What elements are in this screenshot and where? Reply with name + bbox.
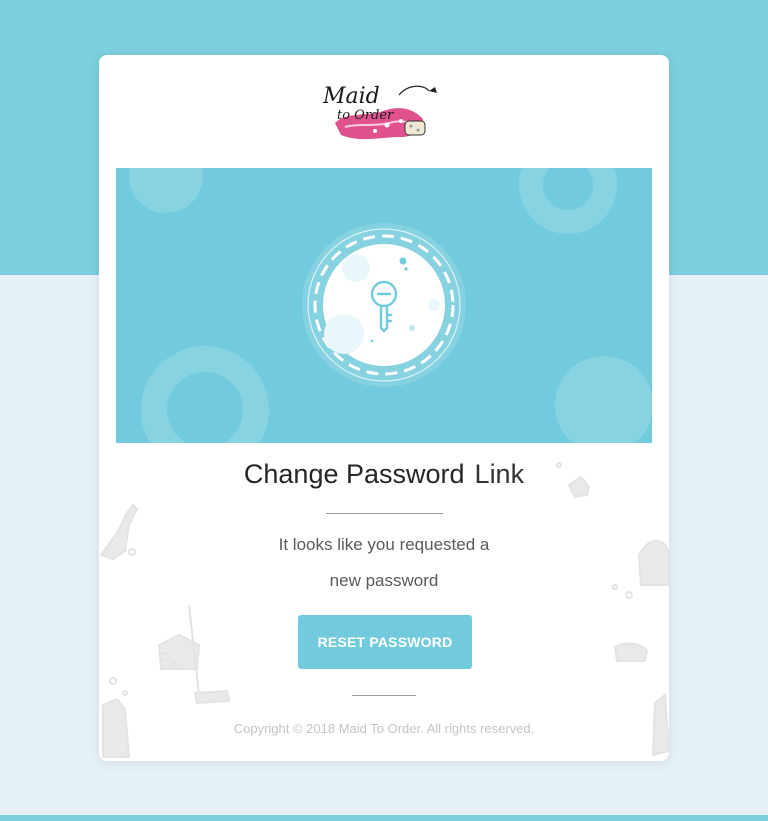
hero-illustration	[129, 168, 652, 443]
title-divider	[326, 513, 443, 514]
message-line-2: new password	[329, 571, 439, 590]
copyright-text: Copyright © 2018 Maid To Order. All righ…	[233, 721, 535, 736]
maid-to-order-logo: Maid to Order	[322, 84, 437, 140]
cleaning-decor-right	[556, 462, 669, 757]
title-link: Link	[474, 459, 525, 489]
title-change-password: Change Password	[243, 459, 465, 489]
logo-text-maid: Maid	[322, 84, 380, 109]
page-title: Change Password Link	[99, 459, 669, 490]
logo-text-to-order: to Order	[337, 108, 394, 123]
message-line-1: It looks like you requested a	[278, 535, 490, 554]
email-card: Maid to Order Change Password Link It lo…	[99, 55, 669, 761]
footer-divider	[352, 695, 416, 696]
footer-accent-line	[0, 815, 768, 821]
reset-password-button[interactable]: RESET PASSWORD	[298, 615, 472, 669]
hero-banner	[116, 168, 652, 443]
